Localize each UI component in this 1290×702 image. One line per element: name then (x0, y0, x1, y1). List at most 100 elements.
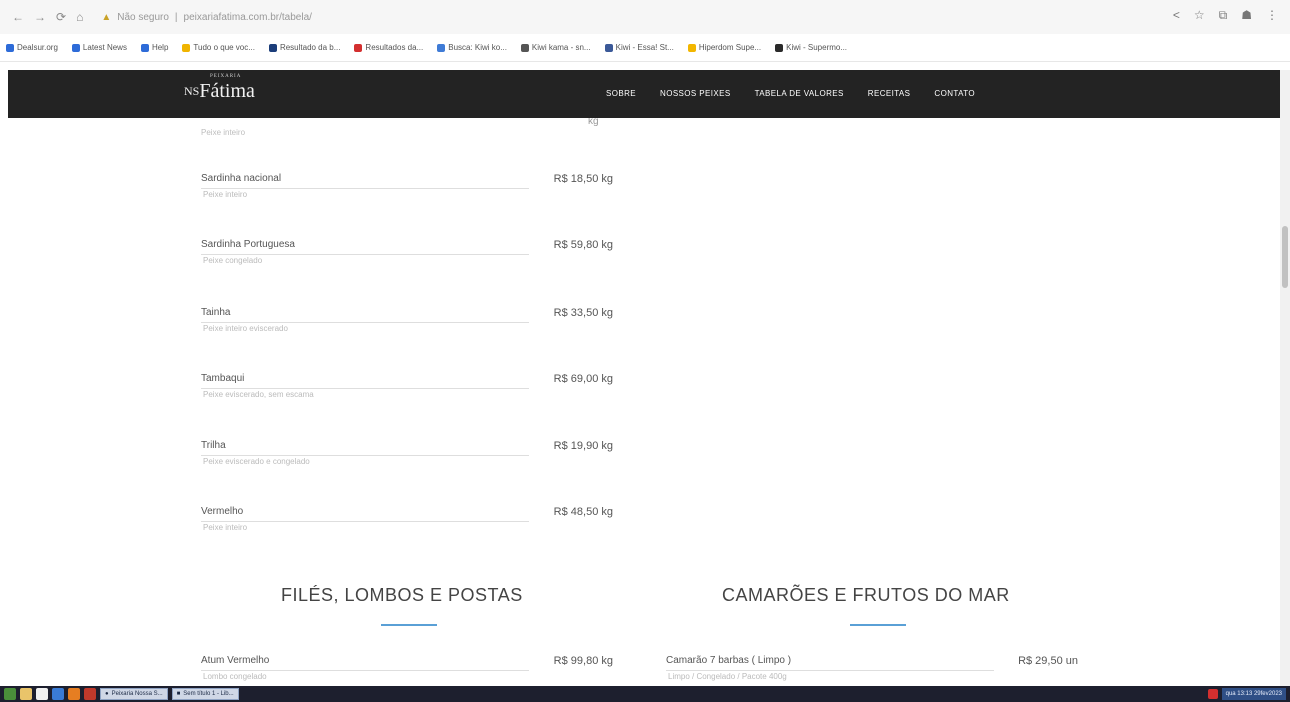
app-icon[interactable] (84, 688, 96, 700)
start-menu-icon[interactable] (4, 688, 16, 700)
bookmark-icon (437, 43, 446, 52)
taskbar-task-writer[interactable]: ■ Sem título 1 - Lib... (171, 688, 239, 700)
reload-icon[interactable]: ⟳ (56, 10, 66, 24)
star-icon[interactable]: ☆ (1194, 8, 1205, 23)
bookmark-icon (6, 43, 14, 52)
list-item: Camarão 7 barbas ( Limpo ) R$ 29,50 un L… (666, 655, 1078, 686)
menu-icon[interactable]: ⋮ (1266, 8, 1278, 23)
menu-item-nossos-peixes[interactable]: NOSSOS PEIXES (660, 89, 731, 98)
home-icon[interactable]: ⌂ (76, 10, 83, 24)
list-item: Sardinha nacional R$ 18,50 kg Peixe inte… (201, 173, 613, 213)
logo-arc-text: PEIXARIA (210, 74, 242, 79)
item-name: Vermelho (201, 506, 244, 517)
item-description: Peixe eviscerado, sem escama (203, 390, 314, 399)
item-price: R$ 59,80 kg (553, 239, 613, 251)
menu-item-tabela[interactable]: TABELA DE VALORES (755, 89, 844, 98)
bookmark-icon (604, 43, 613, 52)
menu-item-sobre[interactable]: SOBRE (606, 89, 636, 98)
share-icon[interactable]: < (1173, 8, 1180, 23)
item-price: R$ 18,50 kg (553, 173, 613, 185)
bookmark-icon (775, 43, 784, 52)
browser-actions: < ☆ ⧉ ☗ ⋮ (1173, 8, 1278, 23)
files-icon[interactable] (20, 688, 32, 700)
divider (666, 670, 994, 671)
bookmark-item[interactable]: Tudo o que voc... (182, 43, 255, 52)
item-name: Sardinha nacional (201, 173, 282, 184)
divider (201, 188, 529, 189)
bookmark-item[interactable]: Latest News (71, 43, 127, 52)
profile-icon[interactable]: ☗ (1241, 8, 1252, 23)
app-icon[interactable] (52, 688, 64, 700)
logo-name: Fátima (199, 80, 255, 102)
list-item: Tainha R$ 33,50 kg Peixe inteiro eviscer… (201, 307, 613, 347)
main-menu: SOBRE NOSSOS PEIXES TABELA DE VALORES RE… (606, 89, 975, 98)
os-taskbar: ● Peixaria Nossa S... ■ Sem título 1 - L… (0, 686, 1290, 702)
item-price: R$ 48,50 kg (553, 506, 613, 518)
menu-item-receitas[interactable]: RECEITAS (868, 89, 911, 98)
bookmark-item[interactable]: Kiwi kama - sn... (520, 43, 591, 52)
security-label: Não seguro (117, 11, 169, 23)
item-name: Trilha (201, 440, 226, 451)
item-name: Atum Vermelho (201, 655, 270, 666)
item-description: Peixe inteiro (203, 523, 248, 532)
bookmark-icon (268, 43, 277, 52)
item-price: R$ 33,50 kg (553, 307, 613, 319)
bookmark-icon (140, 43, 149, 52)
item-name: Camarão 7 barbas ( Limpo ) (666, 655, 792, 666)
item-name: Sardinha Portuguesa (201, 239, 295, 250)
bookmark-item[interactable]: Dealsur.org (6, 43, 58, 52)
logo-ns: NS (184, 84, 200, 98)
tab-icon[interactable]: ⧉ (1219, 8, 1228, 23)
document-icon: ■ (176, 691, 181, 697)
item-description: Peixe congelado (203, 256, 263, 265)
bookmark-item[interactable]: Help (140, 43, 168, 52)
firefox-icon[interactable] (68, 688, 80, 700)
item-price: kg (588, 118, 599, 127)
url-text[interactable]: peixariafatima.com.br/tabela/ (184, 12, 312, 23)
item-description: Peixe inteiro (201, 128, 246, 137)
section-divider (850, 624, 906, 626)
divider (201, 254, 529, 255)
taskbar-task-browser[interactable]: ● Peixaria Nossa S... (100, 688, 168, 700)
site-header: PEIXARIA NSFátima SOBRE NOSSOS PEIXES TA… (8, 70, 1280, 118)
item-price: R$ 19,90 kg (553, 440, 613, 452)
forward-icon[interactable]: → (34, 10, 46, 24)
item-description: Peixe inteiro (203, 190, 248, 199)
bookmark-item[interactable]: Kiwi - Essa! St... (604, 43, 674, 52)
divider (201, 388, 529, 389)
item-price: R$ 29,50 un (1018, 655, 1078, 667)
clock[interactable]: qua 13:13 29fev2023 (1221, 688, 1286, 700)
section-title-camaroes: CAMARÕES E FRUTOS DO MAR (722, 585, 1010, 605)
bookmark-icon (687, 43, 696, 52)
item-description: Peixe eviscerado e congelado (203, 457, 310, 466)
scrollbar-thumb[interactable] (1282, 226, 1288, 288)
item-description: Limpo / Congelado / Pacote 400g (668, 672, 787, 681)
list-item: Tambaqui R$ 69,00 kg Peixe eviscerado, s… (201, 373, 613, 413)
item-name: Tambaqui (201, 373, 245, 384)
bookmarks-bar: Dealsur.org Latest News Help Tudo o que … (0, 34, 1290, 62)
price-table: Peixe inteiro kg Sardinha nacional R$ 18… (8, 118, 1280, 686)
address-bar[interactable]: ▲ Não seguro | peixariafatima.com.br/tab… (101, 12, 312, 23)
item-price: R$ 99,80 kg (553, 655, 613, 667)
terminal-icon[interactable] (36, 688, 48, 700)
section-title-files: FILÉS, LOMBOS E POSTAS (281, 585, 523, 605)
bookmark-item[interactable]: Resultado da b... (268, 43, 340, 52)
warning-icon: ▲ (101, 11, 112, 23)
back-icon[interactable]: ← (12, 10, 24, 24)
browser-nav: ← → ⟳ ⌂ (12, 10, 83, 24)
divider (201, 521, 529, 522)
item-name: Tainha (201, 307, 231, 318)
menu-item-contato[interactable]: CONTATO (934, 89, 975, 98)
list-item: Vermelho R$ 48,50 kg Peixe inteiro (201, 506, 613, 546)
bookmark-item[interactable]: Busca: Kiwi ko... (437, 43, 507, 52)
bookmark-item[interactable]: Kiwi - Supermo... (775, 43, 847, 52)
bookmark-item[interactable]: Hiperdom Supe... (687, 43, 761, 52)
system-tray: qua 13:13 29fev2023 (1204, 688, 1286, 700)
divider (201, 670, 529, 671)
bookmark-icon (182, 43, 191, 52)
bookmark-icon (354, 43, 363, 52)
bookmark-item[interactable]: Resultados da... (354, 43, 423, 52)
notification-icon[interactable] (1207, 689, 1218, 699)
site-logo[interactable]: PEIXARIA NSFátima (184, 74, 255, 103)
page-scrollbar[interactable] (1280, 70, 1290, 686)
